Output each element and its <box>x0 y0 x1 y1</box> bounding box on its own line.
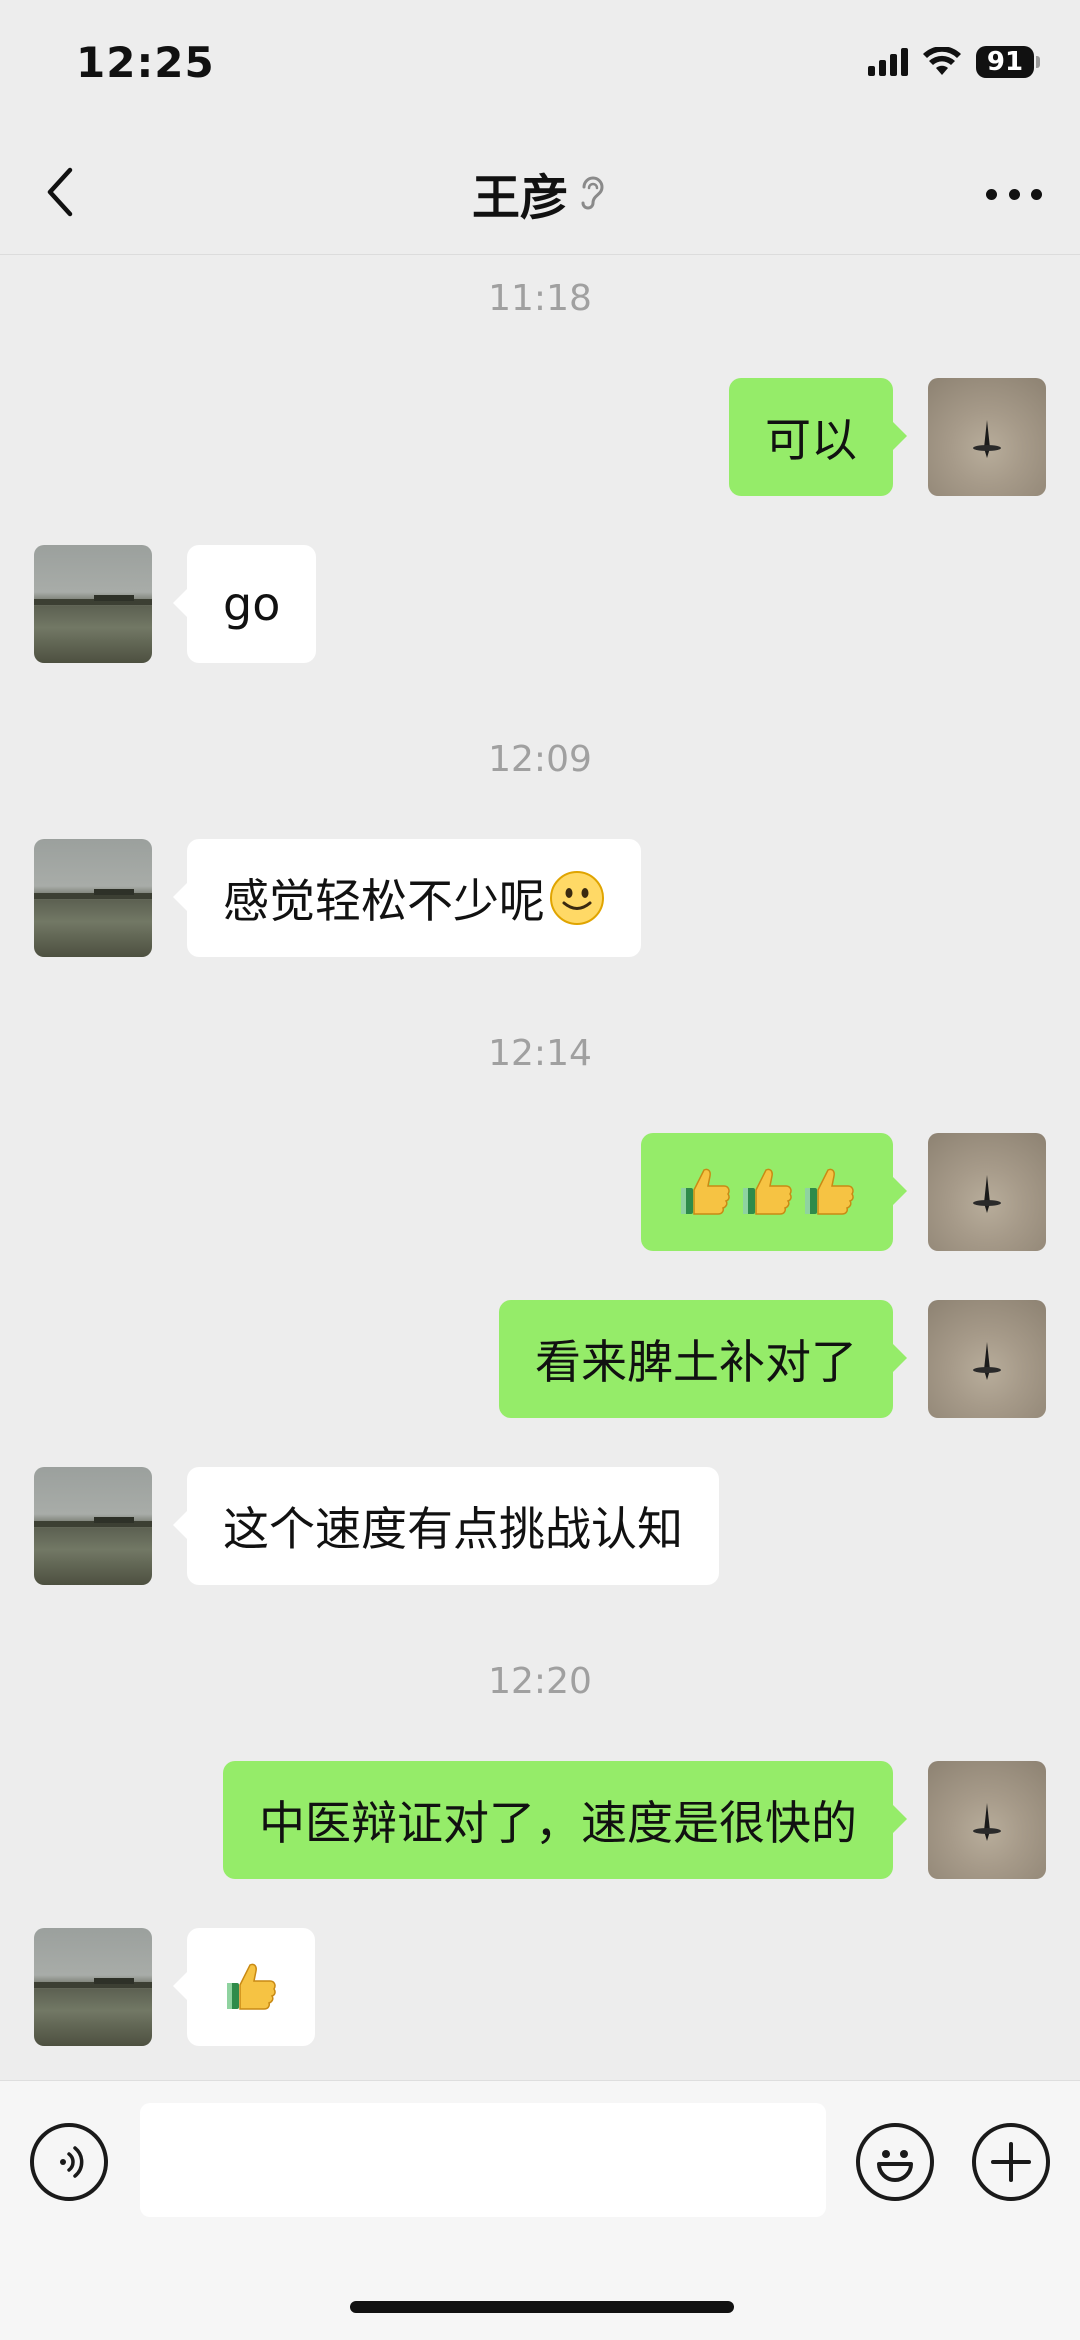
message-list[interactable]: 11:18 可以 go 12:09 感觉轻松不少呢 12:14 看来脾土补对了 … <box>0 255 1080 2080</box>
message-input[interactable] <box>140 2103 826 2217</box>
status-time: 12:25 <box>76 38 215 87</box>
sent-message-bubble[interactable]: 可以 <box>729 378 907 496</box>
message-row <box>0 1928 1080 2046</box>
message-row: 看来脾土补对了 <box>0 1300 1080 1418</box>
contact-name: 王彦 <box>471 170 568 226</box>
received-message-bubble[interactable]: go <box>172 545 317 663</box>
timestamp: 11:18 <box>488 278 592 319</box>
chat-title: 王彦 <box>0 158 1080 228</box>
my-avatar[interactable] <box>928 1761 1046 1879</box>
received-message-bubble[interactable]: 感觉轻松不少呢 <box>173 839 641 957</box>
message-row <box>0 1133 1080 1251</box>
contact-avatar[interactable] <box>34 839 152 957</box>
sent-message-bubble[interactable]: 中医辩证对了，速度是很快的 <box>223 1761 907 1879</box>
contact-avatar[interactable] <box>34 1467 152 1585</box>
contact-avatar[interactable] <box>34 1928 152 2046</box>
my-avatar[interactable] <box>928 1300 1046 1418</box>
sent-emoji-bubble[interactable] <box>641 1133 907 1251</box>
message-row: 感觉轻松不少呢 <box>0 839 1080 957</box>
timestamp: 12:09 <box>488 739 592 780</box>
message-row: 这个速度有点挑战认知 <box>0 1467 1080 1585</box>
status-icons: 91 <box>868 46 1040 78</box>
received-message-bubble[interactable]: 这个速度有点挑战认知 <box>173 1467 719 1585</box>
message-row: 中医辩证对了，速度是很快的 <box>0 1761 1080 1879</box>
sent-message-bubble[interactable]: 看来脾土补对了 <box>499 1300 907 1418</box>
more-dots-icon[interactable] <box>986 166 1042 222</box>
message-row: go <box>0 545 1080 663</box>
message-row: 可以 <box>0 378 1080 496</box>
earpiece-mode-icon <box>581 176 604 210</box>
timestamp: 12:14 <box>488 1033 592 1074</box>
timestamp: 12:20 <box>488 1661 592 1702</box>
thumbs-up-emoji-icon <box>681 1168 730 1215</box>
thumbs-up-emoji-icon <box>743 1168 792 1215</box>
message-text: 感觉轻松不少呢 <box>223 874 545 928</box>
status-bar: 12:25 91 <box>0 0 1080 130</box>
wifi-icon <box>923 47 961 75</box>
battery-level: 91 <box>976 46 1034 78</box>
battery-icon: 91 <box>976 46 1040 78</box>
home-indicator[interactable] <box>350 2301 734 2313</box>
thumbs-up-emoji-icon <box>805 1168 854 1215</box>
my-avatar[interactable] <box>928 1133 1046 1251</box>
voice-input-icon[interactable] <box>30 2123 108 2201</box>
smile-emoji-icon <box>550 871 604 925</box>
contact-avatar[interactable] <box>34 545 152 663</box>
cellular-signal-icon <box>868 48 908 76</box>
chat-header: 王彦 <box>0 130 1080 255</box>
received-emoji-bubble[interactable] <box>173 1928 315 2046</box>
my-avatar[interactable] <box>928 378 1046 496</box>
emoji-face-icon[interactable] <box>856 2123 934 2201</box>
thumbs-up-emoji-icon <box>227 1963 276 2010</box>
plus-icon[interactable] <box>972 2123 1050 2201</box>
